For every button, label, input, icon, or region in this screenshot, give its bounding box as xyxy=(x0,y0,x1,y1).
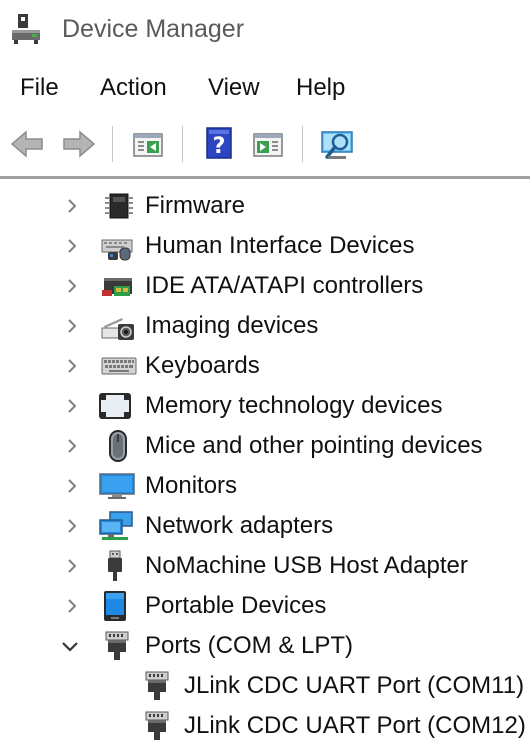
tree-item-label: Memory technology devices xyxy=(145,392,443,419)
tree-item-label: Portable Devices xyxy=(145,592,327,619)
chevron-right-icon[interactable] xyxy=(62,276,82,296)
menu-view[interactable]: View xyxy=(208,68,260,108)
forward-arrow-icon[interactable] xyxy=(58,124,98,164)
svg-text:?: ? xyxy=(213,134,226,159)
tree-item-label: JLink CDC UART Port (COM12) xyxy=(184,712,526,739)
tree-item-portable-devices[interactable]: Portable Devices xyxy=(0,586,530,626)
tree-item-monitors[interactable]: Monitors xyxy=(0,466,530,506)
ide-controller-icon xyxy=(100,270,138,302)
device-manager-icon xyxy=(8,12,48,46)
tree-item-label: Network adapters xyxy=(145,512,334,539)
tree-item-keyboards[interactable]: Keyboards xyxy=(0,346,530,386)
tree-item-label: Ports (COM & LPT) xyxy=(145,632,354,659)
tree-item-label: JLink CDC UART Port (COM11) xyxy=(184,672,525,699)
toolbar-separator xyxy=(302,126,303,162)
chevron-right-icon[interactable] xyxy=(62,556,82,576)
tree-item-imaging-devices[interactable]: Imaging devices xyxy=(0,306,530,346)
tree-child-port-com12[interactable]: JLink CDC UART Port (COM12) xyxy=(0,706,530,746)
tree-item-label: Human Interface Devices xyxy=(145,232,415,259)
portable-device-icon xyxy=(98,590,136,622)
port-icon xyxy=(138,710,176,742)
scan-hardware-icon[interactable] xyxy=(318,124,358,164)
chevron-right-icon[interactable] xyxy=(62,356,82,376)
menu-bar: File Action View Help xyxy=(0,68,530,108)
firmware-chip-icon xyxy=(100,190,138,222)
tree-item-label: IDE ATA/ATAPI controllers xyxy=(145,272,424,299)
tree-item-network-adapters[interactable]: Network adapters xyxy=(0,506,530,546)
menu-help[interactable]: Help xyxy=(296,68,345,108)
help-icon[interactable]: ? xyxy=(198,124,238,164)
tree-item-label: Mice and other pointing devices xyxy=(145,432,483,459)
menu-action[interactable]: Action xyxy=(100,68,167,108)
tree-item-label: Firmware xyxy=(145,192,245,219)
chevron-down-icon[interactable] xyxy=(60,636,80,656)
camera-icon xyxy=(100,310,138,342)
hid-icon xyxy=(100,230,138,262)
port-icon xyxy=(138,670,176,702)
window-title: Device Manager xyxy=(62,15,245,43)
chevron-right-icon[interactable] xyxy=(62,436,82,456)
tree-item-firmware[interactable]: Firmware xyxy=(0,186,530,226)
device-tree: Firmware Human Interface Devices IDE ATA… xyxy=(0,186,530,740)
tree-item-human-interface-devices[interactable]: Human Interface Devices xyxy=(0,226,530,266)
chevron-right-icon[interactable] xyxy=(62,396,82,416)
toolbar-separator xyxy=(112,126,113,162)
tree-item-label: NoMachine USB Host Adapter xyxy=(145,552,468,579)
memory-card-icon xyxy=(96,390,134,422)
usb-plug-icon xyxy=(96,550,134,582)
tree-item-label: Imaging devices xyxy=(145,312,319,339)
tree-item-memory-technology-devices[interactable]: Memory technology devices xyxy=(0,386,530,426)
tree-item-label: Keyboards xyxy=(145,352,260,379)
tree-child-port-com11[interactable]: JLink CDC UART Port (COM11) xyxy=(0,666,530,706)
tree-item-label: Monitors xyxy=(145,472,238,499)
keyboard-icon xyxy=(100,350,138,382)
toolbar-divider xyxy=(0,176,530,179)
mouse-icon xyxy=(100,430,138,462)
chevron-right-icon[interactable] xyxy=(62,196,82,216)
monitor-icon xyxy=(98,470,136,502)
show-hide-console-tree-icon[interactable] xyxy=(128,124,168,164)
chevron-right-icon[interactable] xyxy=(62,516,82,536)
chevron-right-icon[interactable] xyxy=(62,476,82,496)
toolbar-separator xyxy=(182,126,183,162)
back-arrow-icon[interactable] xyxy=(8,124,48,164)
chevron-right-icon[interactable] xyxy=(62,596,82,616)
title-bar: Device Manager xyxy=(0,0,530,58)
tree-item-ports[interactable]: Ports (COM & LPT) xyxy=(0,626,530,666)
tree-item-mice[interactable]: Mice and other pointing devices xyxy=(0,426,530,466)
tree-item-ide-controllers[interactable]: IDE ATA/ATAPI controllers xyxy=(0,266,530,306)
network-adapter-icon xyxy=(98,510,136,542)
toolbar: ? xyxy=(0,118,530,170)
port-icon xyxy=(98,630,136,662)
chevron-right-icon[interactable] xyxy=(62,316,82,336)
properties-pane-icon[interactable] xyxy=(248,124,288,164)
tree-item-nomachine-usb-host-adapter[interactable]: NoMachine USB Host Adapter xyxy=(0,546,530,586)
menu-file[interactable]: File xyxy=(20,68,59,108)
chevron-right-icon[interactable] xyxy=(62,236,82,256)
